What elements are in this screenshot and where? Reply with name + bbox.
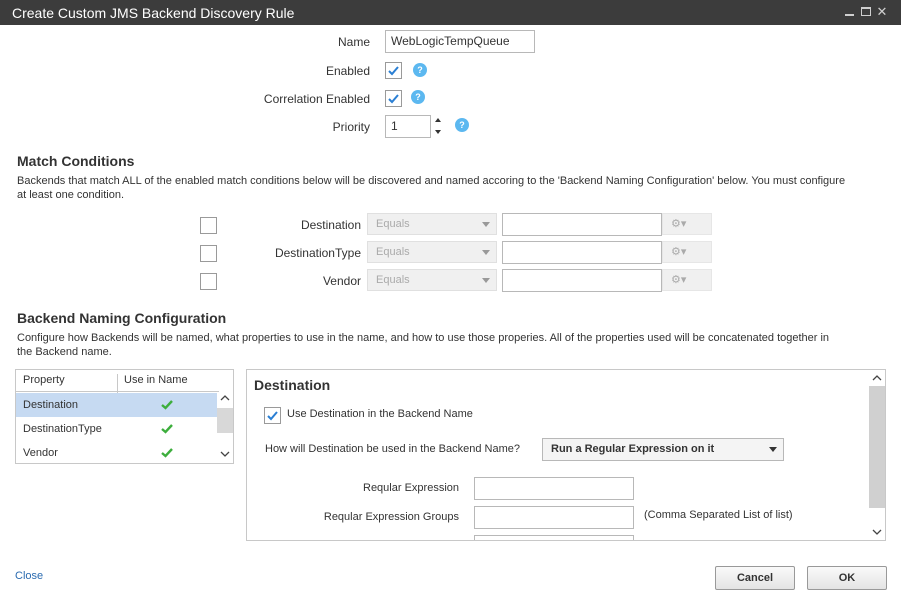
- detail-scroll-thumb[interactable]: [869, 386, 885, 508]
- help-icon[interactable]: ?: [413, 63, 427, 77]
- column-use-in-name[interactable]: Use in Name: [124, 374, 188, 386]
- check-icon: [267, 411, 278, 421]
- check-icon: [161, 424, 173, 434]
- check-icon: [388, 66, 399, 76]
- condition-value-vendor[interactable]: [502, 269, 662, 292]
- how-used-select[interactable]: Run a Regular Expression on it: [542, 438, 784, 461]
- help-icon[interactable]: ?: [455, 118, 469, 132]
- chevron-down-icon: [482, 278, 490, 283]
- help-icon[interactable]: ?: [411, 90, 425, 104]
- window-title: Create Custom JMS Backend Discovery Rule: [12, 5, 295, 21]
- name-label: Name: [337, 35, 370, 49]
- check-icon: [161, 400, 173, 410]
- chevron-down-icon: [482, 250, 490, 255]
- priority-label: Priority: [332, 120, 370, 134]
- gear-icon: ⚙▾: [671, 246, 687, 258]
- regex-groups-hint: (Comma Separated List of list): [644, 509, 793, 521]
- condition-checkbox-destinationtype[interactable]: [200, 245, 217, 262]
- priority-stepper[interactable]: [433, 115, 447, 137]
- correlation-enabled-label: Correlation Enabled: [263, 92, 370, 106]
- close-icon[interactable]: ✕: [875, 4, 889, 20]
- condition-settings-destination[interactable]: ⚙▾: [662, 213, 712, 235]
- how-used-label: How will Destination be used in the Back…: [265, 443, 520, 455]
- match-description: Backends that match ALL of the enabled m…: [17, 175, 846, 201]
- gear-icon: ⚙▾: [671, 218, 687, 230]
- condition-operator-destinationtype[interactable]: Equals: [367, 241, 497, 263]
- chevron-up-icon[interactable]: [872, 374, 882, 382]
- gear-icon: ⚙▾: [671, 274, 687, 286]
- chevron-down-icon[interactable]: [872, 528, 882, 536]
- condition-value-destination[interactable]: [502, 213, 662, 236]
- regex-groups-input[interactable]: [474, 506, 634, 529]
- table-row[interactable]: Destination: [16, 393, 219, 417]
- check-icon: [388, 94, 399, 104]
- name-input[interactable]: WebLogicTempQueue: [385, 30, 535, 53]
- check-icon: [161, 448, 173, 458]
- condition-settings-vendor[interactable]: ⚙▾: [662, 269, 712, 291]
- maximize-icon[interactable]: [859, 4, 873, 20]
- table-row[interactable]: DestinationType: [16, 417, 219, 441]
- cancel-button[interactable]: Cancel: [715, 566, 795, 590]
- naming-heading: Backend Naming Configuration: [17, 310, 227, 326]
- condition-label-destination: Destination: [300, 218, 361, 232]
- minimize-icon[interactable]: [842, 4, 856, 20]
- ok-button[interactable]: OK: [807, 566, 887, 590]
- regex-groups-label: Reqular Expression Groups: [323, 511, 459, 523]
- chevron-down-icon[interactable]: [220, 450, 230, 458]
- correlation-enabled-checkbox[interactable]: [385, 90, 402, 107]
- table-scroll-thumb[interactable]: [217, 408, 233, 433]
- title-bar: Create Custom JMS Backend Discovery Rule…: [0, 0, 901, 25]
- condition-label-destinationtype: DestinationType: [274, 246, 361, 260]
- enabled-label: Enabled: [325, 64, 370, 78]
- use-in-name-checkbox[interactable]: [264, 407, 281, 424]
- chevron-up-icon[interactable]: [220, 394, 230, 402]
- column-property[interactable]: Property: [23, 374, 65, 386]
- table-row[interactable]: Vendor: [16, 441, 219, 465]
- property-detail-panel: Destination Use Destination in the Backe…: [246, 369, 886, 541]
- condition-checkbox-vendor[interactable]: [200, 273, 217, 290]
- table-header: Property Use in Name: [16, 370, 219, 396]
- condition-operator-destination[interactable]: Equals: [367, 213, 497, 235]
- naming-description: Configure how Backends will be named, wh…: [17, 332, 830, 358]
- condition-value-destinationtype[interactable]: [502, 241, 662, 264]
- match-conditions-heading: Match Conditions: [17, 153, 135, 169]
- use-in-name-label: Use Destination in the Backend Name: [287, 408, 473, 420]
- condition-checkbox-destination[interactable]: [200, 217, 217, 234]
- detail-title: Destination: [254, 377, 331, 393]
- condition-label-vendor: Vendor: [322, 274, 361, 288]
- regex-input[interactable]: [474, 477, 634, 500]
- priority-input[interactable]: 1: [385, 115, 431, 138]
- condition-settings-destinationtype[interactable]: ⚙▾: [662, 241, 712, 263]
- property-table: Property Use in Name Destination Destina…: [15, 369, 234, 464]
- chevron-down-icon: [482, 222, 490, 227]
- additional-input[interactable]: [474, 535, 634, 540]
- stepper-arrows-icon: [435, 118, 441, 134]
- condition-operator-vendor[interactable]: Equals: [367, 269, 497, 291]
- close-link[interactable]: Close: [15, 570, 43, 582]
- enabled-checkbox[interactable]: [385, 62, 402, 79]
- chevron-down-icon: [769, 447, 777, 452]
- regex-label: Reqular Expression: [363, 482, 459, 494]
